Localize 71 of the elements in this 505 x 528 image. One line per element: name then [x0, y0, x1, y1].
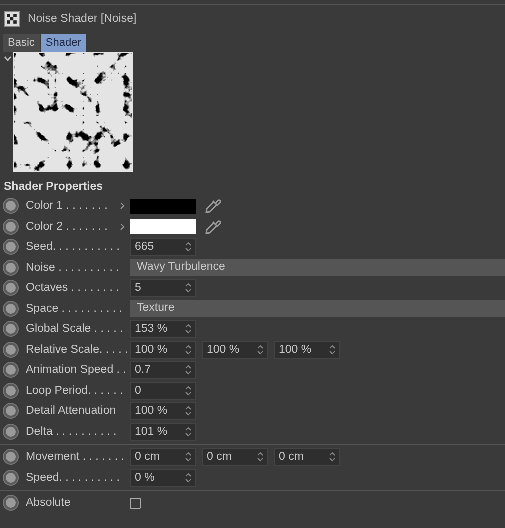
number-field[interactable]: 665: [130, 238, 196, 256]
section-title: Shader Properties: [3, 180, 104, 195]
number-field[interactable]: 0: [130, 382, 196, 400]
property-label: Absolute: [26, 497, 72, 510]
spinner-arrows-icon[interactable]: [257, 451, 264, 464]
animate-toggle[interactable]: [4, 220, 18, 234]
animate-toggle[interactable]: [4, 470, 18, 485]
spinner-arrows-icon[interactable]: [329, 344, 336, 356]
property-label: Relative Scale. . . . .: [26, 344, 126, 356]
property-label: Color 2 . . . . . . .: [26, 220, 109, 233]
header-title: Noise Shader [Noise]: [28, 13, 137, 25]
checkbox[interactable]: [130, 498, 141, 509]
tab[interactable]: Shader: [40, 34, 86, 52]
color-swatch[interactable]: [130, 219, 196, 234]
property-label: Seed. . . . . . . . . . .: [26, 241, 121, 254]
animate-toggle[interactable]: [4, 363, 18, 378]
number-field[interactable]: 100 %: [130, 402, 196, 420]
dropdown[interactable]: Texture: [130, 300, 505, 318]
property-label: Space . . . . . . . . . .: [26, 302, 124, 315]
number-field[interactable]: 101 %: [130, 422, 196, 441]
number-field[interactable]: 100 %: [202, 340, 268, 359]
animate-toggle[interactable]: [4, 342, 18, 357]
spinner-arrows-icon[interactable]: [185, 364, 192, 376]
number-field[interactable]: 0 %: [130, 468, 196, 487]
spinner-arrows-icon[interactable]: [185, 426, 192, 438]
animate-toggle[interactable]: [4, 322, 18, 336]
number-field[interactable]: 0 cm: [130, 448, 196, 466]
animate-toggle[interactable]: [4, 281, 18, 296]
spinner-arrows-icon[interactable]: [185, 241, 192, 254]
animate-toggle[interactable]: [4, 450, 18, 464]
number-field[interactable]: 100 %: [130, 340, 196, 359]
property-label: Speed. . . . . . . . . .: [26, 472, 121, 484]
property-label: Noise . . . . . . . . . .: [26, 262, 120, 274]
animate-toggle[interactable]: [4, 384, 18, 398]
property-label: Loop Period. . . . . .: [26, 384, 124, 397]
number-field[interactable]: 153 %: [130, 320, 196, 338]
number-field[interactable]: 0.7: [130, 361, 196, 380]
spinner-arrows-icon[interactable]: [329, 451, 336, 464]
number-field[interactable]: 0 cm: [202, 448, 268, 466]
property-label: Delta . . . . . . . . . .: [26, 426, 118, 438]
spinner-arrows-icon[interactable]: [185, 451, 192, 464]
spinner-arrows-icon[interactable]: [185, 472, 192, 484]
property-label: Animation Speed . .: [26, 364, 126, 376]
property-label: Movement . . . . . . .: [26, 451, 126, 464]
property-label: Color 1 . . . . . . .: [26, 200, 109, 212]
animate-toggle[interactable]: [4, 424, 18, 439]
property-label: Detail Attenuation: [26, 405, 118, 418]
spinner-arrows-icon[interactable]: [185, 344, 192, 356]
collapse-chevron-icon[interactable]: [4, 56, 12, 62]
spinner-arrows-icon[interactable]: [185, 405, 192, 418]
property-label: Global Scale . . . . .: [26, 323, 124, 336]
eyedropper-icon[interactable]: [204, 197, 222, 216]
spinner-arrows-icon[interactable]: [185, 384, 192, 397]
property-label: Octaves . . . . . . . .: [26, 282, 120, 294]
spinner-arrows-icon[interactable]: [185, 323, 192, 336]
animate-toggle[interactable]: [4, 199, 18, 214]
number-field[interactable]: 100 %: [274, 340, 340, 359]
number-field[interactable]: 0 cm: [274, 448, 340, 466]
spinner-arrows-icon[interactable]: [257, 344, 264, 356]
eyedropper-icon[interactable]: [204, 218, 222, 236]
color-swatch[interactable]: [130, 198, 196, 214]
animate-toggle[interactable]: [4, 260, 18, 275]
animate-toggle[interactable]: [4, 404, 18, 418]
number-field[interactable]: 5: [130, 279, 196, 298]
animate-toggle[interactable]: [4, 302, 18, 316]
checker-icon: [4, 11, 20, 27]
animate-toggle[interactable]: [4, 496, 18, 510]
dropdown[interactable]: Wavy Turbulence: [130, 259, 505, 276]
spinner-arrows-icon[interactable]: [185, 282, 192, 294]
animate-toggle[interactable]: [4, 240, 18, 254]
tab[interactable]: Basic: [3, 34, 40, 52]
